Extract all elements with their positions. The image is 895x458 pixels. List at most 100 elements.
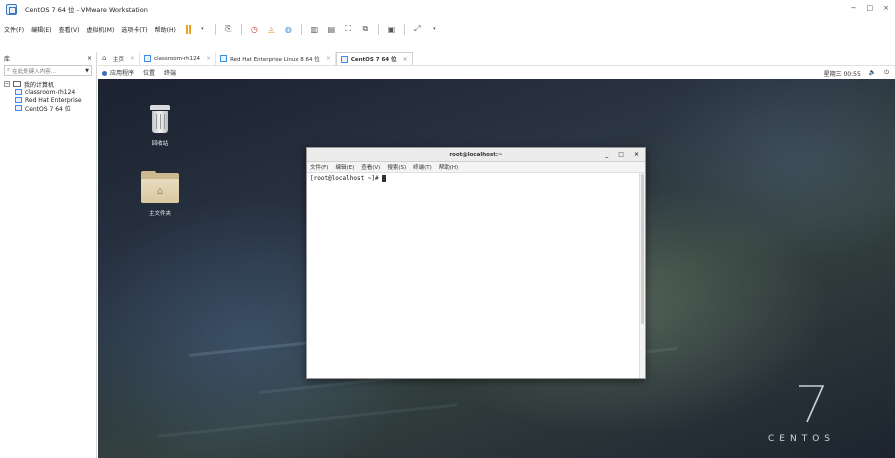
tree-item-label: classroom-rh124 bbox=[25, 88, 76, 96]
terminal-output[interactable]: [root@localhost ~]# bbox=[307, 173, 639, 378]
terminal-maximize-button[interactable]: □ bbox=[618, 151, 624, 158]
tree-item-label: CentOS 7 64 位 bbox=[25, 105, 71, 113]
vm-tree: − 我的计算机 classroom-rh124 Red Hat Enterpri… bbox=[0, 80, 96, 112]
unity-icon[interactable]: ⧉ bbox=[360, 24, 371, 35]
tab-close-icon[interactable]: × bbox=[206, 55, 211, 62]
library-search-placeholder: 在此处键入内容... bbox=[12, 68, 56, 75]
menu-tabs[interactable]: 选项卡(T) bbox=[121, 25, 147, 34]
scrollbar-thumb[interactable] bbox=[641, 174, 644, 324]
desktop-home-folder[interactable]: ⌂ 主文件夹 bbox=[135, 171, 185, 217]
terminal-minimize-button[interactable]: _ bbox=[605, 151, 608, 158]
chevron-down-icon[interactable]: ▼ bbox=[85, 68, 89, 74]
show-library-icon[interactable]: ▥ bbox=[309, 24, 320, 35]
send-ctrl-alt-del-icon[interactable]: ⎘ bbox=[223, 24, 234, 35]
pause-dropdown-icon[interactable]: ▾ bbox=[197, 24, 208, 35]
toolbar-separator bbox=[240, 23, 242, 35]
terminal-menu-help[interactable]: 帮助(H) bbox=[439, 163, 458, 171]
thumbnail-bar-icon[interactable]: ▤ bbox=[326, 24, 337, 35]
toolbar-separator bbox=[403, 23, 405, 35]
menu-view[interactable]: 查看(V) bbox=[59, 25, 80, 34]
pause-icon[interactable] bbox=[185, 24, 191, 35]
applications-menu[interactable]: 应用程序 bbox=[102, 68, 134, 77]
gnome-status-area: 星期三 00:55 🔈 ⏻ bbox=[824, 69, 889, 78]
terminal-menu-file[interactable]: 文件(F) bbox=[310, 163, 328, 171]
terminal-menu[interactable]: 终端 bbox=[164, 68, 176, 77]
applications-icon bbox=[102, 71, 107, 76]
fullscreen-icon[interactable]: ⛶ bbox=[343, 24, 354, 35]
menu-edit[interactable]: 编辑(E) bbox=[31, 25, 51, 34]
menu-vm[interactable]: 虚拟机(M) bbox=[86, 25, 114, 34]
applications-label: 应用程序 bbox=[110, 70, 135, 77]
minimize-button[interactable]: − bbox=[851, 4, 857, 12]
tab-home[interactable]: ⌂ 主页 × bbox=[98, 52, 141, 65]
menu-bar: 文件(F) 编辑(E) 查看(V) 虚拟机(M) 选项卡(T) 帮助(H) ▾ … bbox=[0, 22, 895, 36]
tab-close-icon[interactable]: × bbox=[326, 55, 331, 62]
guest-desktop[interactable]: 回收站 ⌂ 主文件夹 CENTOS root@localhost:~ _ □ ×… bbox=[98, 79, 895, 458]
centos-logo-seven bbox=[799, 385, 825, 423]
vm-icon bbox=[15, 105, 22, 111]
wallpaper-streak bbox=[158, 403, 458, 438]
terminal-prompt: [root@localhost ~]# bbox=[310, 175, 383, 182]
folder-icon: ⌂ bbox=[141, 171, 179, 205]
tree-item-label: Red Hat Enterprise bbox=[25, 96, 82, 104]
tab-close-icon[interactable]: × bbox=[403, 56, 408, 63]
terminal-close-button[interactable]: × bbox=[634, 151, 639, 158]
terminal-cursor bbox=[382, 175, 387, 182]
tree-root-my-computer[interactable]: − 我的计算机 bbox=[4, 80, 96, 88]
desktop-trash[interactable]: 回收站 bbox=[135, 105, 185, 147]
window-titlebar: CentOS 7 64 位 - VMware Workstation − □ × bbox=[0, 0, 895, 18]
maximize-button[interactable]: □ bbox=[867, 4, 874, 12]
toolbar-separator bbox=[300, 23, 302, 35]
tab-close-icon[interactable]: × bbox=[130, 55, 135, 62]
tab-label: Red Hat Enterprise Linux 8 64 位 bbox=[230, 56, 320, 63]
terminal-menu-edit[interactable]: 编辑(E) bbox=[335, 163, 354, 171]
terminal-menu-bar: 文件(F) 编辑(E) 查看(V) 搜索(S) 终端(T) 帮助(H) bbox=[307, 162, 645, 173]
tab-centos[interactable]: CentOS 7 64 位 × bbox=[335, 52, 413, 65]
stretch-dropdown-icon[interactable]: ▾ bbox=[429, 24, 440, 35]
vm-icon bbox=[340, 55, 348, 63]
library-title: 库 bbox=[4, 55, 11, 63]
tree-root-label: 我的计算机 bbox=[24, 81, 55, 89]
centos-wordmark: CENTOS bbox=[768, 434, 835, 444]
gnome-top-bar: 应用程序 位置 终端 星期三 00:55 🔈 ⏻ bbox=[98, 66, 895, 79]
library-close-icon[interactable]: × bbox=[87, 55, 92, 62]
terminal-menu-search[interactable]: 搜索(S) bbox=[387, 163, 406, 171]
trash-label: 回收站 bbox=[151, 141, 169, 147]
terminal-window[interactable]: root@localhost:~ _ □ × 文件(F) 编辑(E) 查看(V)… bbox=[306, 147, 646, 379]
window-title: CentOS 7 64 位 - VMware Workstation bbox=[25, 6, 148, 14]
collapse-icon[interactable]: − bbox=[4, 81, 10, 87]
stretch-view-icon[interactable]: ⤢ bbox=[412, 24, 423, 35]
terminal-titlebar[interactable]: root@localhost:~ _ □ × bbox=[307, 148, 645, 162]
terminal-menu-view[interactable]: 查看(V) bbox=[361, 163, 380, 171]
snapshot-manager-icon[interactable]: ◍ bbox=[283, 24, 294, 35]
tab-redhat[interactable]: Red Hat Enterprise Linux 8 64 位 × bbox=[216, 52, 336, 65]
vm-icon bbox=[15, 97, 22, 103]
volume-icon[interactable]: 🔈 bbox=[869, 69, 876, 78]
terminal-title: root@localhost:~ bbox=[449, 151, 503, 158]
terminal-menu-terminal[interactable]: 终端(T) bbox=[413, 163, 432, 171]
tab-label: classroom-rh124 bbox=[154, 55, 201, 62]
tree-item-centos[interactable]: CentOS 7 64 位 bbox=[4, 104, 96, 112]
tree-item-redhat[interactable]: Red Hat Enterprise bbox=[4, 96, 96, 104]
toolbar-separator bbox=[377, 23, 379, 35]
terminal-window-controls: _ □ × bbox=[605, 151, 639, 158]
computer-icon bbox=[13, 81, 21, 87]
menu-help[interactable]: 帮助(H) bbox=[155, 25, 176, 34]
tab-classroom[interactable]: classroom-rh124 × bbox=[140, 52, 217, 65]
clock[interactable]: 星期三 00:55 bbox=[824, 69, 861, 78]
power-icon[interactable]: ⏻ bbox=[884, 69, 889, 78]
revert-snapshot-icon[interactable]: ◬ bbox=[266, 24, 277, 35]
menu-file[interactable]: 文件(F) bbox=[4, 25, 24, 34]
vm-tab-strip: ⌂ 主页 × classroom-rh124 × Red Hat Enterpr… bbox=[98, 52, 895, 66]
close-button[interactable]: × bbox=[883, 4, 889, 12]
library-search-input[interactable]: ⌕ 在此处键入内容... ▼ bbox=[4, 65, 92, 76]
home-folder-label: 主文件夹 bbox=[148, 211, 171, 217]
terminal-scrollbar[interactable] bbox=[639, 173, 645, 378]
console-view-icon[interactable]: ▣ bbox=[386, 24, 397, 35]
places-menu[interactable]: 位置 bbox=[143, 68, 155, 77]
vm-icon bbox=[15, 89, 22, 95]
snapshot-icon[interactable]: ◷ bbox=[249, 24, 260, 35]
library-panel: 库 × ⌕ 在此处键入内容... ▼ − 我的计算机 classroom-rh1… bbox=[0, 52, 97, 458]
tree-item-classroom[interactable]: classroom-rh124 bbox=[4, 88, 96, 96]
window-controls: − □ × bbox=[851, 4, 889, 12]
